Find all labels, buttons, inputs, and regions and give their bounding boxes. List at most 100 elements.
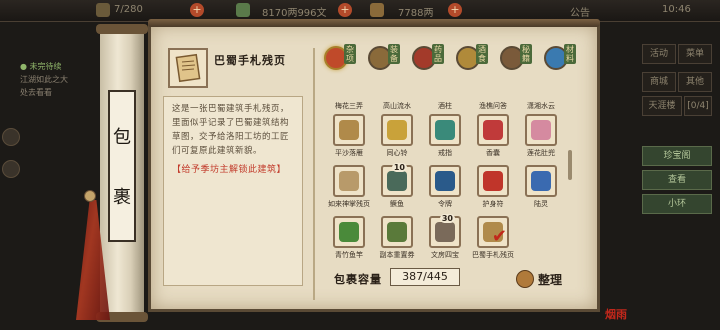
tab-label: 秘籍	[520, 44, 532, 64]
item-slot-frame	[477, 165, 509, 197]
tower-label[interactable]: 天涯楼	[642, 96, 682, 116]
item-slot-frame: ✔	[477, 216, 509, 248]
bag-title: 包 裹	[108, 90, 136, 242]
seal-stamp: 烟雨	[605, 308, 627, 321]
item-slot[interactable]: 护身符	[469, 165, 517, 219]
quest-tracker[interactable]: ● 未完待续 江湖如此之大 处去看看	[20, 60, 100, 99]
item-label: 莲花肚兜	[527, 149, 555, 157]
item-slot[interactable]: 戒指	[421, 114, 469, 168]
crossed-blades-icon	[531, 171, 551, 191]
item-slot-frame	[333, 114, 365, 146]
silver-icon	[370, 3, 384, 17]
quest-title: ● 未完待续	[20, 62, 62, 71]
top-row-label[interactable]: 渔樵问答	[469, 101, 517, 111]
tab-food[interactable]: 酒食	[454, 42, 490, 78]
add-money-button[interactable]: +	[338, 3, 352, 17]
view-button[interactable]: 查看	[642, 170, 712, 190]
tab-material[interactable]: 材料	[542, 42, 578, 78]
bag-icon	[516, 270, 534, 288]
item-slot-frame	[381, 114, 413, 146]
item-label: 香囊	[486, 149, 500, 157]
item-label: 青竹鱼竿	[335, 251, 363, 259]
item-count-badge: 10	[391, 163, 407, 172]
token-icon	[96, 3, 110, 17]
item-slot[interactable]: 如来神掌残页	[325, 165, 373, 219]
tab-misc[interactable]: 杂项	[322, 42, 358, 78]
top-row-label[interactable]: 高山流水	[373, 101, 421, 111]
item-slot-frame	[429, 165, 461, 197]
shop-button[interactable]: 商城	[642, 72, 676, 92]
scroll-book-icon	[339, 120, 359, 140]
item-slot[interactable]: 陆灵	[517, 165, 565, 219]
bag-title-char-1: 包	[113, 127, 131, 148]
item-slot[interactable]: 平沙落雁	[325, 114, 373, 168]
tab-manual[interactable]: 秘籍	[498, 42, 534, 78]
side-menu-icon[interactable]	[2, 128, 20, 146]
item-slot[interactable]: 副本重置券	[373, 216, 421, 270]
treasure-button[interactable]: 珍宝阁	[642, 146, 712, 166]
bell-icon	[387, 120, 407, 140]
token-icon	[435, 171, 455, 191]
selected-check-icon: ✔	[491, 226, 507, 247]
resource-1: 7/280	[114, 4, 143, 15]
panel-divider	[313, 48, 315, 300]
money-icon	[236, 3, 250, 17]
item-label: 令牌	[438, 200, 452, 208]
item-slot-frame: 30	[429, 214, 461, 248]
add-resource-button[interactable]: +	[190, 3, 204, 17]
item-slot[interactable]: 青竹鱼竿	[325, 216, 373, 270]
bag-title-char-2: 裹	[113, 187, 131, 208]
top-row-label[interactable]: 潇湘水云	[517, 101, 565, 111]
item-slot-frame	[333, 165, 365, 197]
item-slot-frame: 10	[381, 163, 413, 197]
item-slot-frame	[525, 114, 557, 146]
side-chat-icon[interactable]	[2, 160, 20, 178]
note-page-icon	[175, 53, 201, 83]
tab-medicine[interactable]: 药品	[410, 42, 446, 78]
xiaohuan-button[interactable]: 小环	[642, 194, 712, 214]
capacity-value: 387/445	[390, 268, 460, 286]
unlock-hint: 【给予季坊主解锁此建筑】	[172, 165, 287, 175]
sort-label: 整理	[538, 272, 563, 287]
sort-button[interactable]: 整理	[516, 268, 570, 290]
item-label: 巴蜀手札残页	[472, 251, 514, 259]
ring-icon	[435, 120, 455, 140]
top-row-label[interactable]: 梅花三弄	[325, 101, 373, 111]
item-slot[interactable]: 10 鳜鱼	[373, 163, 421, 219]
item-slot[interactable]: 30 文房四宝	[421, 214, 469, 270]
item-slot-frame	[477, 114, 509, 146]
item-description: 这是一张巴蜀建筑手札残页，里面似乎记录了巴蜀建筑结构草图，交予给洛阳工坊的工匠们…	[172, 104, 290, 156]
tassel-bead	[84, 190, 96, 202]
item-label: 鳜鱼	[390, 200, 404, 208]
add-silver-button[interactable]: +	[448, 3, 462, 17]
quest-line-2: 处去看看	[20, 88, 52, 97]
top-row-label[interactable]: 酒柱	[421, 101, 469, 111]
selected-item-name: 巴蜀手札残页	[214, 54, 286, 67]
grid-scrollbar[interactable]	[568, 150, 572, 180]
capacity-label: 包裹容量	[334, 273, 382, 286]
torn-page-icon	[339, 171, 359, 191]
tab-label: 药品	[432, 44, 444, 64]
item-label: 护身符	[482, 200, 504, 208]
item-slot-frame	[429, 114, 461, 146]
resource-3: 7788两	[398, 8, 434, 19]
bib-icon	[531, 120, 551, 140]
tab-label: 杂项	[344, 44, 356, 64]
item-slot[interactable]: 香囊	[469, 114, 517, 168]
resource-2: 8170两996文	[262, 8, 327, 19]
item-label: 同心铃	[386, 149, 408, 157]
tower-count: [0/4]	[684, 96, 712, 116]
selected-item-icon	[168, 48, 208, 88]
item-slot[interactable]: 同心铃	[373, 114, 421, 168]
item-slot[interactable]: 令牌	[421, 165, 469, 219]
item-slot[interactable]: ✔ 巴蜀手札残页	[469, 216, 517, 270]
item-label: 平沙落雁	[335, 149, 363, 157]
brush-set-icon	[435, 222, 455, 242]
menu-button[interactable]: 菜单	[678, 44, 712, 64]
tab-label: 装备	[388, 44, 400, 64]
other-button[interactable]: 其他	[678, 72, 712, 92]
activity-button[interactable]: 活动	[642, 44, 676, 64]
item-slot[interactable]: 莲花肚兜	[517, 114, 565, 168]
notice-link[interactable]: 公告	[570, 4, 590, 19]
tab-equipment[interactable]: 装备	[366, 42, 402, 78]
